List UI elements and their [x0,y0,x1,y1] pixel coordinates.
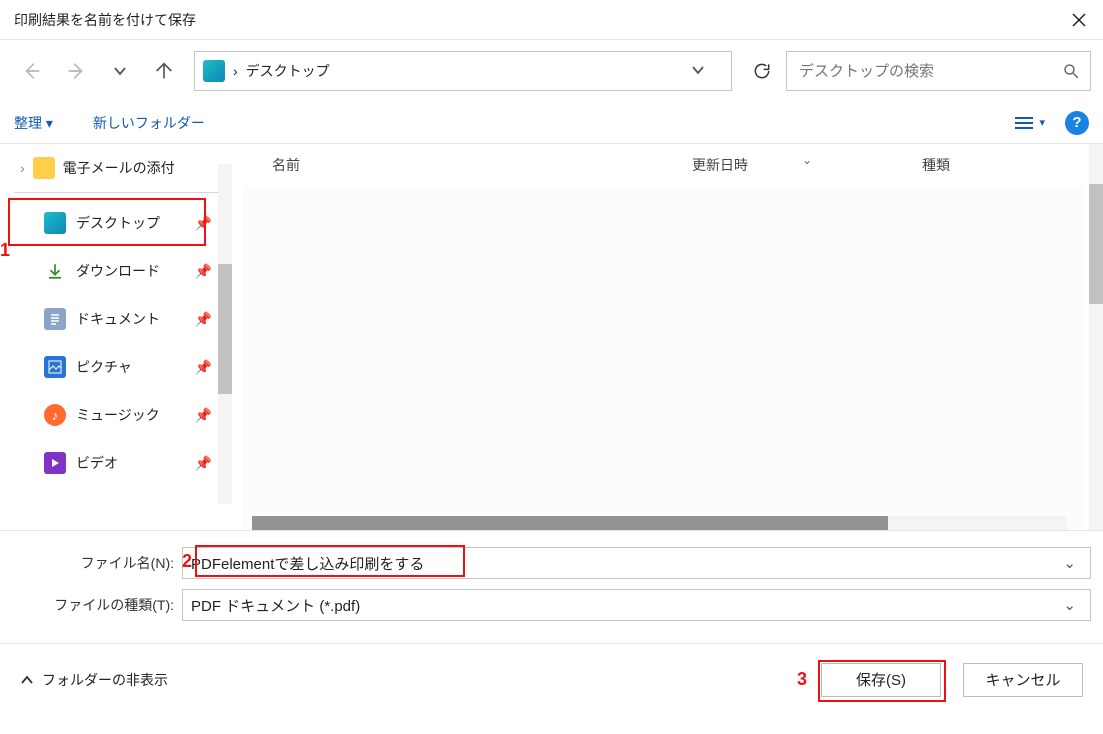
hide-folders-label: フォルダーの非表示 [42,670,168,690]
nav-item-label: デスクトップ [76,213,160,233]
nav-item-label: ミュージック [76,405,160,425]
sort-indicator-icon: ⌄ [802,153,812,167]
sidebar-divider [14,192,222,193]
column-name[interactable]: 名前 [272,155,692,175]
breadcrumb-location: デスクトップ [246,61,330,81]
up-button[interactable] [144,51,184,91]
pin-icon: 📌 [195,311,212,328]
filetype-label: ファイルの種類(T): [12,595,182,615]
scrollbar-thumb[interactable] [252,516,888,530]
save-button[interactable]: 保存(S) [821,663,941,697]
nav-item-label: ピクチャ [76,357,132,377]
hide-folders-toggle[interactable]: フォルダーの非表示 [20,670,168,690]
back-button[interactable] [12,51,52,91]
column-headers: 名前 更新日時 ⌄ 種類 [232,144,1103,186]
footer-fields: ファイル名(N): PDFelementで差し込み印刷をする ⌄ 2 ファイルの… [0,530,1103,643]
search-input[interactable] [797,62,1062,81]
title-bar: 印刷結果を名前を付けて保存 [0,0,1103,40]
annotation-number-3: 3 [797,669,807,690]
nav-item-desktop[interactable]: デスクトップ 📌 [0,199,232,247]
file-list[interactable] [242,186,1085,530]
arrow-left-icon [21,60,43,82]
chevron-down-icon [691,63,705,77]
pin-icon: 📌 [195,263,212,280]
address-dropdown[interactable] [673,63,723,80]
recent-locations-button[interactable] [100,51,140,91]
navigation-pane: › 電子メールの添付 デスクトップ 📌 ダウンロード 📌 [0,144,232,530]
filename-input[interactable]: PDFelementで差し込み印刷をする ⌄ [182,547,1091,579]
address-bar[interactable]: › デスクトップ [194,51,732,91]
pin-icon: 📌 [195,407,212,424]
nav-item-pictures[interactable]: ピクチャ 📌 [0,343,232,391]
document-icon [44,308,66,330]
filetype-select[interactable]: PDF ドキュメント (*.pdf) ⌄ [182,589,1091,621]
forward-button[interactable] [56,51,96,91]
picture-icon [44,356,66,378]
tree-item-label: 電子メールの添付 [63,158,175,178]
desktop-icon [44,212,66,234]
download-icon [44,260,66,282]
organize-menu[interactable]: 整理 ▾ [14,113,53,133]
nav-item-music[interactable]: ♪ ミュージック 📌 [0,391,232,439]
filetype-value: PDF ドキュメント (*.pdf) [191,595,360,616]
horizontal-scrollbar[interactable] [252,516,1067,530]
refresh-icon [752,61,772,81]
nav-bar: › デスクトップ [0,40,1103,102]
music-icon: ♪ [44,404,66,426]
nav-item-documents[interactable]: ドキュメント 📌 [0,295,232,343]
scrollbar-thumb[interactable] [218,264,232,394]
arrow-up-icon [153,60,175,82]
view-menu[interactable]: ▾ [1013,115,1045,131]
command-bar: 整理 ▾ 新しいフォルダー ▾ ? [0,102,1103,144]
view-list-icon [1013,115,1035,131]
chevron-down-icon [113,64,127,78]
breadcrumb-sep: › [233,63,238,79]
column-type[interactable]: 種類 [922,155,1103,175]
pin-icon: 📌 [195,215,212,232]
refresh-button[interactable] [742,51,782,91]
video-icon [44,452,66,474]
window-title: 印刷結果を名前を付けて保存 [14,10,1055,30]
close-icon [1071,12,1087,28]
arrow-right-icon [65,60,87,82]
help-button[interactable]: ? [1065,111,1089,135]
column-date[interactable]: 更新日時 ⌄ [692,155,922,175]
search-box[interactable] [786,51,1091,91]
footer-buttons: フォルダーの非表示 3 保存(S) キャンセル [0,643,1103,715]
file-list-area: 名前 更新日時 ⌄ 種類 [232,144,1103,530]
filename-value: PDFelementで差し込み印刷をする [191,553,424,574]
new-folder-button[interactable]: 新しいフォルダー [93,113,205,133]
nav-item-label: ダウンロード [76,261,160,281]
filename-dropdown[interactable]: ⌄ [1057,554,1082,572]
desktop-icon [203,60,225,82]
cancel-button-label: キャンセル [985,669,1060,690]
vertical-scrollbar[interactable] [1089,144,1103,530]
save-button-label: 保存(S) [856,669,906,690]
filetype-dropdown[interactable]: ⌄ [1057,596,1082,614]
chevron-up-icon [20,673,34,687]
nav-item-label: ビデオ [76,453,118,473]
chevron-right-icon: › [20,160,25,176]
sidebar-scrollbar[interactable] [218,164,232,504]
nav-item-downloads[interactable]: ダウンロード 📌 [0,247,232,295]
scrollbar-thumb[interactable] [1089,184,1103,304]
folder-icon [33,157,55,179]
body-area: › 電子メールの添付 デスクトップ 📌 ダウンロード 📌 [0,144,1103,530]
nav-item-label: ドキュメント [76,309,160,329]
nav-item-videos[interactable]: ビデオ 📌 [0,439,232,487]
pin-icon: 📌 [195,455,212,472]
filename-label: ファイル名(N): [12,553,182,573]
cancel-button[interactable]: キャンセル [963,663,1083,697]
tree-item-attachments[interactable]: › 電子メールの添付 [0,150,232,186]
search-icon [1062,62,1080,80]
pin-icon: 📌 [195,359,212,376]
close-button[interactable] [1055,0,1103,40]
